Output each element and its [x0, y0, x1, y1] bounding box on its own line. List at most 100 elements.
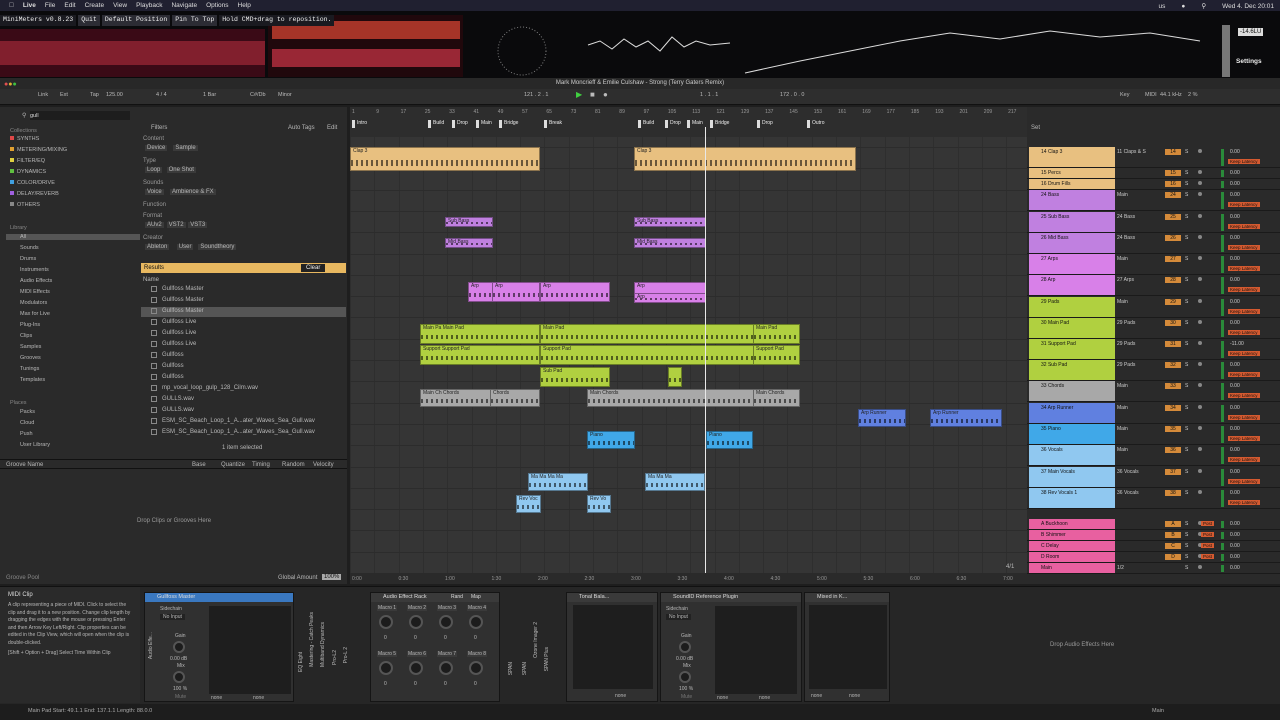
- track-header[interactable]: 31 Support Pad 29 Pads 31 S -11.00 Keep Laten…: [1027, 339, 1280, 360]
- collection-item[interactable]: FILTER/EQ: [10, 158, 45, 164]
- arrangement-clip[interactable]: Sub Pad: [540, 367, 610, 387]
- track-volume[interactable]: 0.00: [1230, 149, 1240, 155]
- chain-pro-l2-a[interactable]: Pro-L2: [332, 650, 338, 665]
- result-item[interactable]: mp_vocal_loop_gulp_128_Cilm.wav: [141, 384, 346, 394]
- track-activator[interactable]: C: [1165, 543, 1181, 549]
- track-activator[interactable]: 26: [1165, 235, 1181, 241]
- track-header[interactable]: C Delay C S 0.00 Post: [1027, 541, 1280, 552]
- track-name[interactable]: 25 Sub Bass: [1029, 212, 1115, 232]
- keep-latency-button[interactable]: Keep Latency: [1228, 330, 1260, 335]
- track-output[interactable]: 29 Pads: [1117, 320, 1135, 326]
- menu-help[interactable]: Help: [238, 2, 251, 9]
- track-volume[interactable]: 0.00: [1230, 426, 1240, 432]
- chain-mastering-catch-peaks[interactable]: Mastering - Catch Peaks: [309, 612, 315, 667]
- filter-group-header[interactable]: Creator: [143, 235, 163, 241]
- track-volume[interactable]: 0.00: [1230, 320, 1240, 326]
- track-volume[interactable]: 0.00: [1230, 383, 1240, 389]
- gain-value[interactable]: 0.00 dB: [170, 656, 187, 662]
- track-header[interactable]: B Shimmer B S 0.00 Post: [1027, 530, 1280, 541]
- track-volume[interactable]: 0.00: [1230, 235, 1240, 241]
- arrangement-clip[interactable]: Mid Bass: [634, 238, 706, 248]
- library-item[interactable]: Templates: [6, 377, 140, 383]
- track-name[interactable]: 28 Arp: [1029, 275, 1115, 295]
- status-main-output[interactable]: Main: [1152, 708, 1164, 714]
- menu-playback[interactable]: Playback: [136, 2, 162, 9]
- track-activator[interactable]: 25: [1165, 214, 1181, 220]
- map-button[interactable]: Map: [471, 594, 481, 600]
- arrangement-clip[interactable]: Chords: [490, 389, 540, 407]
- keep-latency-button[interactable]: Keep Latency: [1228, 393, 1260, 398]
- chain-audio-effect[interactable]: Audio Effe...: [148, 632, 154, 659]
- arrangement-clip[interactable]: Sub Bass: [634, 217, 706, 227]
- arrangement-clip[interactable]: Ma Ma Ma Ma: [528, 473, 588, 491]
- arrangement-clip[interactable]: Arp Runner: [930, 409, 1002, 427]
- filter-tag[interactable]: AUv2: [145, 222, 164, 228]
- arrangement-clip[interactable]: Arp: [634, 293, 706, 303]
- solo-button[interactable]: S: [1185, 320, 1188, 326]
- filter-tag[interactable]: Sample: [173, 145, 198, 151]
- mixed-in-key-none-1[interactable]: none: [811, 693, 822, 699]
- tap-button[interactable]: Tap: [90, 92, 99, 98]
- soundid-device[interactable]: SoundID Reference Plugin Sidechain No In…: [660, 592, 802, 702]
- rack-chain-span-1[interactable]: SPAN: [508, 662, 514, 675]
- track-name[interactable]: 35 Piano: [1029, 424, 1115, 444]
- mixed-in-key-none-2[interactable]: none: [849, 693, 860, 699]
- track-header[interactable]: 34 Arp Runner Main 34 S 0.00 Keep Latency: [1027, 403, 1280, 424]
- solo-button[interactable]: S: [1185, 469, 1188, 475]
- track-output[interactable]: 27 Arps: [1117, 277, 1134, 283]
- track-activator[interactable]: 15: [1165, 170, 1181, 176]
- track-output[interactable]: 29 Pads: [1117, 341, 1135, 347]
- apple-icon[interactable]: : [9, 2, 14, 9]
- result-item[interactable]: Gullfoss Master: [141, 285, 346, 295]
- filter-tag[interactable]: Soundtheory: [198, 244, 237, 250]
- track-activator[interactable]: 29: [1165, 299, 1181, 305]
- menu-navigate[interactable]: Navigate: [171, 2, 197, 9]
- macro-knob[interactable]: [409, 661, 423, 675]
- gullfoss-none-1[interactable]: none: [211, 695, 222, 701]
- stop-button[interactable]: ■: [590, 90, 595, 99]
- filter-group-header[interactable]: Sounds: [143, 180, 163, 186]
- arm-button[interactable]: [1198, 235, 1202, 239]
- arrangement-clip[interactable]: Clap 3: [350, 147, 540, 171]
- solo-button[interactable]: S: [1185, 521, 1188, 527]
- track-volume[interactable]: 0.00: [1230, 256, 1240, 262]
- arm-button[interactable]: [1198, 362, 1202, 366]
- track-volume[interactable]: 0.00: [1230, 277, 1240, 283]
- rand-button[interactable]: Rand: [451, 594, 463, 600]
- auto-tags-toggle[interactable]: Auto Tags: [288, 125, 315, 131]
- arrangement-clip[interactable]: Sub Bass: [445, 217, 493, 227]
- macro-knob[interactable]: [439, 615, 453, 629]
- random-col[interactable]: Random: [282, 462, 305, 468]
- track-header[interactable]: D Room D S 0.00 Post: [1027, 552, 1280, 563]
- track-activator[interactable]: 16: [1165, 181, 1181, 187]
- macro-knob[interactable]: [379, 615, 393, 629]
- rack-chain-span-2[interactable]: SPAN: [522, 662, 528, 675]
- filter-tag[interactable]: One Shot: [166, 167, 196, 173]
- filter-tag[interactable]: Ambience & FX: [170, 189, 216, 195]
- filter-group-header[interactable]: Format: [143, 213, 162, 219]
- soundid-none-2[interactable]: none: [759, 695, 770, 701]
- track-name[interactable]: Main: [1029, 563, 1115, 573]
- track-activator[interactable]: B: [1165, 532, 1181, 538]
- arm-button[interactable]: [1198, 192, 1202, 196]
- track-volume[interactable]: 0.00: [1230, 214, 1240, 220]
- gain-knob[interactable]: [173, 641, 185, 653]
- track-header[interactable]: 16 Drum Fills 16 S 0.00: [1027, 179, 1280, 190]
- track-volume[interactable]: 0.00: [1230, 192, 1240, 198]
- global-amount-value[interactable]: 100%: [322, 574, 342, 580]
- places-item[interactable]: User Library: [10, 442, 50, 448]
- rack-chain-ozone[interactable]: Ozone Imager 2: [533, 622, 539, 658]
- track-volume[interactable]: 0.00: [1230, 181, 1240, 187]
- keep-latency-button[interactable]: Keep Latency: [1228, 457, 1260, 462]
- post-button[interactable]: Post: [1201, 521, 1215, 526]
- track-name[interactable]: 37 Main Vocals: [1029, 467, 1115, 487]
- soundid-sidechain-input[interactable]: No Input: [666, 614, 691, 620]
- track-header[interactable]: 15 Percs 15 S 0.00: [1027, 168, 1280, 179]
- rack-chain-span-plus[interactable]: SPAN Plus: [544, 647, 550, 671]
- track-header[interactable]: 32 Sub Pad 29 Pads 32 S 0.00 Keep Latency: [1027, 360, 1280, 381]
- track-volume[interactable]: 0.00: [1230, 543, 1240, 549]
- arrangement-clip[interactable]: Main Pa Main Pad: [420, 324, 540, 344]
- browser-search-input[interactable]: [30, 111, 130, 120]
- soundid-gain-knob[interactable]: [679, 641, 691, 653]
- macro-knob[interactable]: [469, 661, 483, 675]
